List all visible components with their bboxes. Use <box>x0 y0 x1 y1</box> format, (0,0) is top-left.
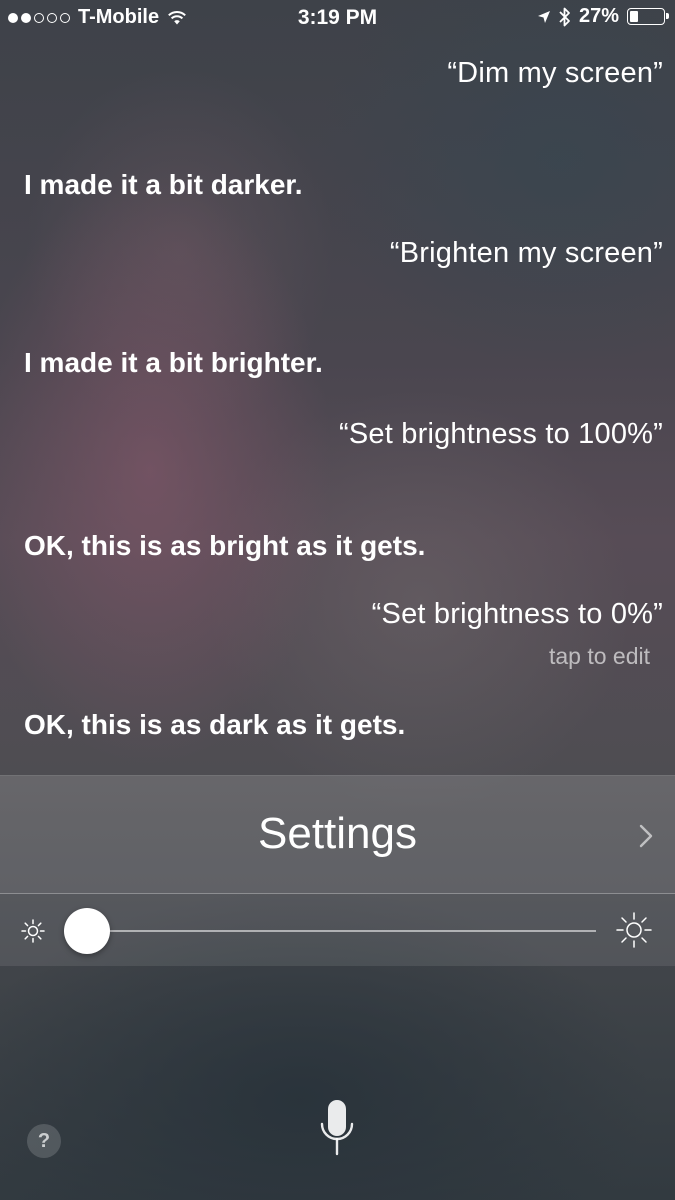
siri-response: I made it a bit brighter. <box>24 347 323 378</box>
user-utterance[interactable]: “Set brightness to 100%” <box>339 418 663 451</box>
siri-response: OK, this is as bright as it gets. <box>24 530 426 561</box>
brightness-slider-thumb[interactable] <box>64 908 110 954</box>
settings-button[interactable]: Settings <box>0 775 675 894</box>
siri-response: I made it a bit darker. <box>24 169 303 200</box>
sun-large-icon <box>616 912 652 948</box>
battery-icon <box>627 8 669 25</box>
battery-percent: 27% <box>578 5 619 27</box>
brightness-slider-row <box>0 893 675 966</box>
battery-level-fill <box>630 11 638 22</box>
location-arrow-icon <box>537 10 550 23</box>
user-utterance[interactable]: “Brighten my screen” <box>390 237 663 270</box>
settings-title: Settings <box>258 809 417 858</box>
chevron-right-icon <box>639 824 653 848</box>
status-bar: T-Mobile 3:19 PM 27% <box>0 0 675 36</box>
brightness-slider-track[interactable] <box>64 908 596 954</box>
status-right: 27% <box>537 5 669 28</box>
siri-response: OK, this is as dark as it gets. <box>24 709 406 740</box>
tap-to-edit-link[interactable]: tap to edit <box>549 643 650 670</box>
bluetooth-icon <box>559 7 570 26</box>
help-button[interactable]: ? <box>27 1124 61 1158</box>
user-utterance[interactable]: “Dim my screen” <box>447 57 663 90</box>
user-utterance[interactable]: “Set brightness to 0%” <box>372 598 663 631</box>
sun-small-icon <box>21 919 45 943</box>
microphone-icon[interactable] <box>319 1098 355 1158</box>
